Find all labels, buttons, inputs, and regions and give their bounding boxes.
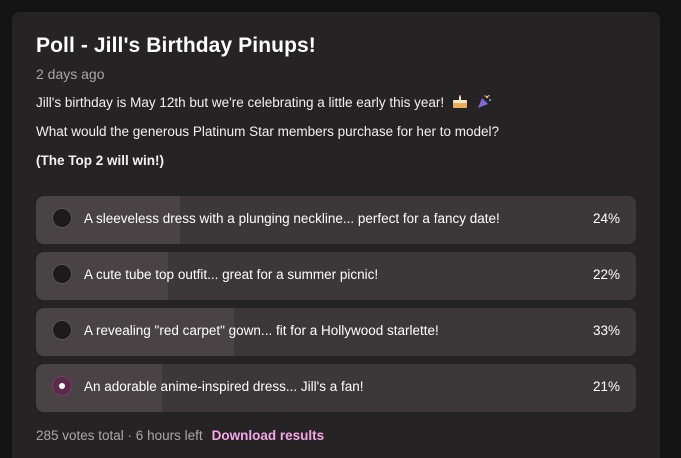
poll-description-line-2: What would the generous Platinum Star me… [36, 124, 499, 139]
vote-summary: 285 votes total · 6 hours left [36, 428, 203, 443]
radio-button[interactable] [52, 208, 72, 228]
poll-title: Poll - Jill's Birthday Pinups! [36, 34, 316, 57]
option-percent: 33% [592, 323, 620, 338]
radio-button[interactable] [52, 264, 72, 284]
download-results-link[interactable]: Download results [212, 428, 325, 443]
poll-description-line-1: Jill's birthday is May 12th but we're ce… [36, 95, 492, 110]
poll-option[interactable]: A sleeveless dress with a plunging neckl… [36, 196, 636, 244]
cake-icon [452, 95, 467, 108]
option-percent: 24% [592, 211, 620, 226]
poll-card: Poll - Jill's Birthday Pinups! 2 days ag… [12, 12, 660, 458]
poll-timestamp: 2 days ago [36, 66, 105, 82]
option-percent: 21% [592, 379, 620, 394]
poll-footer: 285 votes total · 6 hours left Download r… [36, 428, 324, 443]
poll-option[interactable]: A revealing "red carpet" gown... fit for… [36, 308, 636, 356]
option-percent: 22% [592, 267, 620, 282]
poll-description-line-3: (The Top 2 will win!) [36, 153, 164, 168]
poll-option[interactable]: A cute tube top outfit... great for a su… [36, 252, 636, 300]
radio-button[interactable] [52, 320, 72, 340]
option-label: A revealing "red carpet" gown... fit for… [84, 323, 439, 338]
option-label: A cute tube top outfit... great for a su… [84, 267, 379, 282]
poll-option-selected[interactable]: An adorable anime-inspired dress... Jill… [36, 364, 636, 412]
description-text: Jill's birthday is May 12th but we're ce… [36, 95, 445, 110]
option-label: A sleeveless dress with a plunging neckl… [84, 211, 500, 226]
poll-options: A sleeveless dress with a plunging neckl… [36, 196, 636, 420]
option-label: An adorable anime-inspired dress... Jill… [84, 379, 364, 394]
party-popper-icon [477, 95, 491, 108]
radio-button-selected[interactable] [52, 376, 72, 396]
